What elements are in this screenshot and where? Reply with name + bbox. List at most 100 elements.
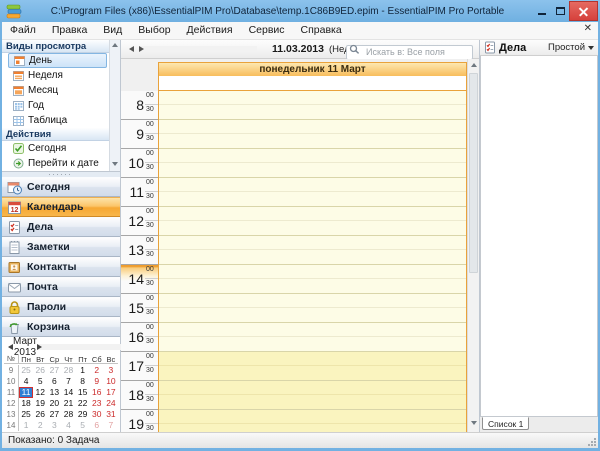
mini-calendar-day[interactable]: 3 [47,420,61,431]
next-day-icon[interactable] [139,46,257,52]
mini-calendar-day[interactable]: 25 [19,409,33,420]
hour-row[interactable] [159,352,466,381]
menu-item-select[interactable]: Выбор [130,22,178,39]
view-item-day[interactable]: День [8,53,107,68]
prev-day-icon[interactable] [129,46,134,52]
vertical-scrollbar[interactable] [467,59,479,432]
hour-row[interactable] [159,294,466,323]
mini-calendar-day[interactable]: 5 [33,376,47,387]
mini-calendar-day[interactable]: 16 [90,387,104,398]
mini-calendar-day[interactable]: 3 [104,365,118,376]
mini-calendar-day[interactable]: 7 [104,420,118,431]
mini-calendar-day[interactable]: 17 [104,387,118,398]
action-goto-date[interactable]: Перейти к дате [2,156,109,171]
hour-row[interactable] [159,120,466,149]
resize-grip[interactable] [587,437,596,446]
mini-calendar-day[interactable]: 31 [104,409,118,420]
mini-calendar-day[interactable]: 26 [33,409,47,420]
menu-item-help[interactable]: Справка [293,22,350,39]
nav-tasks[interactable]: Дела [2,217,120,237]
mini-calendar-day[interactable]: 13 [47,387,61,398]
mini-calendar-day[interactable]: 30 [90,409,104,420]
mini-calendar-day[interactable]: 19 [33,398,47,409]
hour-row[interactable] [159,207,466,236]
hour-row[interactable] [159,265,466,294]
menu-item-service[interactable]: Сервис [241,22,293,39]
mini-calendar-day[interactable]: 6 [47,376,61,387]
hour-row[interactable] [159,236,466,265]
views-scrollbar[interactable] [109,40,120,171]
mini-calendar-day[interactable]: 1 [76,365,90,376]
hour-row[interactable] [159,178,466,207]
mini-calendar-day[interactable]: 7 [61,376,75,387]
mini-calendar-day[interactable]: 26 [33,365,47,376]
mini-calendar-day[interactable]: 10 [104,376,118,387]
day-header[interactable]: понедельник 11 Март [158,62,467,77]
mini-calendar-day[interactable]: 8 [76,376,90,387]
mini-calendar-day[interactable]: 28 [61,365,75,376]
mini-calendar-day[interactable]: 12 [33,387,47,398]
nav-calendar[interactable]: 12 Календарь [2,197,120,217]
allday-row[interactable] [158,76,467,91]
menu-item-actions[interactable]: Действия [179,22,241,39]
hour-row[interactable] [159,323,466,352]
mini-calendar-day[interactable]: 15 [76,387,90,398]
mini-calendar-day[interactable]: 1 [19,420,33,431]
scroll-down-icon[interactable] [471,421,477,425]
action-today[interactable]: Сегодня [2,141,109,156]
nav-trash[interactable]: Корзина [2,317,120,337]
scrollbar-thumb[interactable] [469,73,478,273]
mini-calendar-day[interactable]: 9 [90,376,104,387]
minimize-button[interactable] [533,1,551,21]
actions-header[interactable]: Действия [2,128,109,141]
mini-calendar-day[interactable]: 21 [61,398,75,409]
mini-calendar-day-selected[interactable]: 11 [19,387,33,398]
mini-calendar-day[interactable]: 20 [47,398,61,409]
mini-calendar-day[interactable]: 29 [76,409,90,420]
mini-calendar-day[interactable]: 25 [19,365,33,376]
mini-calendar-day[interactable]: 14 [61,387,75,398]
mini-calendar-day[interactable]: 18 [19,398,33,409]
views-header[interactable]: Виды просмотра [2,40,109,53]
pane-close-icon[interactable]: ✕ [584,23,592,34]
hour-row[interactable] [159,149,466,178]
mini-calendar-day[interactable]: 5 [76,420,90,431]
view-item-week[interactable]: Неделя [2,68,109,83]
nav-notes[interactable]: Заметки [2,237,120,257]
mini-calendar-day[interactable]: 22 [76,398,90,409]
nav-mail[interactable]: Почта [2,277,120,297]
mini-calendar-day[interactable]: 27 [47,365,61,376]
menu-item-edit[interactable]: Правка [44,22,95,39]
mini-calendar-day[interactable]: 4 [61,420,75,431]
scroll-down-icon[interactable] [112,162,118,166]
tasks-tab[interactable]: Список 1 [482,417,529,430]
search-input[interactable] [346,45,473,60]
nav-today[interactable]: Сегодня [2,177,120,197]
scroll-up-icon[interactable] [471,63,477,67]
nav-passwords[interactable]: Пароли [2,297,120,317]
mini-calendar-day[interactable]: 2 [90,365,104,376]
menu-item-view[interactable]: Вид [95,22,130,39]
view-mode-dropdown[interactable]: Простой [548,42,594,53]
nav-contacts[interactable]: Контакты [2,257,120,277]
mini-calendar-day[interactable]: 27 [47,409,61,420]
view-item-month[interactable]: Месяц [2,83,109,98]
hour-row[interactable] [159,410,466,432]
view-item-year[interactable]: Год [2,98,109,113]
close-button[interactable] [569,1,598,21]
scroll-up-icon[interactable] [112,43,118,47]
mini-calendar-day[interactable]: 4 [19,376,33,387]
mini-calendar-day[interactable]: 23 [90,398,104,409]
view-item-table[interactable]: Таблица [2,113,109,128]
window-titlebar[interactable]: C:\Program Files (x86)\EssentialPIM Pro\… [0,0,600,22]
hour-row[interactable] [159,91,466,120]
mini-calendar-day[interactable]: 28 [61,409,75,420]
hour-row[interactable] [159,381,466,410]
mini-calendar-day[interactable]: 2 [33,420,47,431]
menu-item-file[interactable]: Файл [2,22,44,39]
mini-calendar-day[interactable]: 24 [104,398,118,409]
mini-calendar-day[interactable]: 6 [90,420,104,431]
maximize-button[interactable] [551,1,569,21]
sidebar-splitter[interactable] [2,172,120,177]
tasks-list[interactable] [480,56,598,417]
